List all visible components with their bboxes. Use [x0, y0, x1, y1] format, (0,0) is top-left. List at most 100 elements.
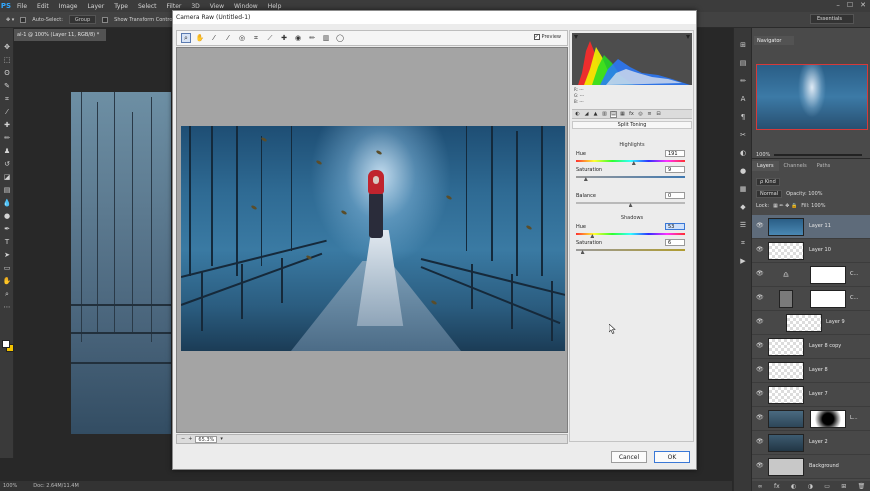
presets-tab-icon[interactable]: ≡ [646, 111, 653, 118]
new-layer-icon[interactable]: ⊞ [841, 483, 846, 490]
preview-toggle[interactable]: ✓ Preview [533, 34, 561, 40]
ok-button[interactable]: OK [654, 451, 690, 463]
menu-edit[interactable]: Edit [32, 3, 54, 10]
channels-panel-icon[interactable]: ☰ [738, 220, 748, 230]
auto-select-type-select[interactable]: Group [68, 15, 97, 24]
white-balance-tool-icon[interactable]: ⁄ [209, 33, 219, 43]
gradient-tool-icon[interactable]: ▤ [2, 185, 12, 195]
detail-tab-icon[interactable]: ▲ [592, 111, 599, 118]
visibility-eye-icon[interactable]: 👁 [756, 415, 764, 421]
hand-tool-icon[interactable]: ✋ [195, 33, 205, 43]
auto-select-checkbox[interactable] [20, 16, 27, 23]
menu-type[interactable]: Type [109, 3, 133, 10]
history-brush-icon[interactable]: ↺ [2, 159, 12, 169]
blend-mode-select[interactable]: Normal [756, 189, 783, 198]
document-canvas[interactable] [71, 92, 171, 434]
visibility-eye-icon[interactable]: 👁 [756, 247, 764, 253]
layer-row[interactable]: 👁 Layer 8 copy [752, 335, 870, 359]
shape-tool-icon[interactable]: ▭ [2, 263, 12, 273]
layer-row[interactable]: 👁 Layer 2 [752, 431, 870, 455]
styles-panel-icon[interactable]: ◆ [738, 202, 748, 212]
navigator-tab[interactable]: Navigator [754, 36, 794, 45]
navigator-zoom-slider[interactable] [774, 154, 862, 156]
hsl-tab-icon[interactable]: ▥ [601, 111, 608, 118]
zoom-tool-icon[interactable]: ⌕ [181, 33, 191, 43]
visibility-eye-icon[interactable]: 👁 [756, 391, 764, 397]
type-tool-icon[interactable]: T [2, 237, 12, 247]
lock-icons[interactable]: ▦ ✏ ✥ 🔒 [773, 203, 797, 209]
graduated-filter-icon[interactable]: ▥ [321, 33, 331, 43]
shadows-saturation-slider[interactable] [576, 249, 685, 251]
brush-tool-icon[interactable]: ✏ [2, 133, 12, 143]
layer-row[interactable]: 👁 Layer 11 [752, 215, 870, 239]
visibility-eye-icon[interactable]: 👁 [756, 271, 764, 277]
basic-tab-icon[interactable]: ◐ [574, 111, 581, 118]
more-tools-icon[interactable]: ⋯ [2, 302, 12, 312]
delete-layer-icon[interactable]: 🗑 [858, 483, 866, 490]
red-eye-tool-icon[interactable]: ◉ [293, 33, 303, 43]
menu-window[interactable]: Window [229, 3, 263, 10]
menu-view[interactable]: View [205, 3, 229, 10]
tone-curve-tab-icon[interactable]: ◢ [583, 111, 590, 118]
properties-panel-icon[interactable]: ▤ [738, 58, 748, 68]
pen-tool-icon[interactable]: ✒ [2, 224, 12, 234]
highlights-hue-field[interactable]: 191 [665, 150, 685, 157]
layer-kind-filter[interactable]: ρ Kind [756, 177, 780, 186]
lasso-tool-icon[interactable]: ʘ [2, 68, 12, 78]
color-panel-icon[interactable]: ● [738, 166, 748, 176]
snapshots-tab-icon[interactable]: ⊟ [655, 111, 662, 118]
layer-row[interactable]: 👁 L... [752, 407, 870, 431]
spot-removal-tool-icon[interactable]: ✚ [279, 33, 289, 43]
close-button[interactable]: ✕ [860, 1, 866, 9]
menu-select[interactable]: Select [133, 3, 162, 10]
layer-style-icon[interactable]: fx [774, 483, 780, 490]
visibility-eye-icon[interactable]: 👁 [756, 295, 764, 301]
layer-row[interactable]: 👁 Background [752, 455, 870, 479]
camera-calibration-tab-icon[interactable]: ◎ [637, 111, 644, 118]
opacity-field[interactable]: Opacity: 100% [786, 191, 822, 197]
hand-tool-icon[interactable]: ✋ [2, 276, 12, 286]
visibility-eye-icon[interactable]: 👁 [756, 367, 764, 373]
color-sampler-tool-icon[interactable]: ⁄ [223, 33, 233, 43]
quick-select-tool-icon[interactable]: ✎ [2, 81, 12, 91]
add-mask-icon[interactable]: ◐ [791, 483, 796, 490]
maximize-button[interactable]: ☐ [847, 1, 853, 9]
balance-field[interactable]: 0 [665, 192, 685, 199]
visibility-eye-icon[interactable]: 👁 [756, 223, 764, 229]
highlights-saturation-field[interactable]: 9 [665, 166, 685, 173]
marquee-tool-icon[interactable]: ⬚ [2, 55, 12, 65]
adjustment-brush-icon[interactable]: ✏ [307, 33, 317, 43]
status-zoom[interactable]: 100% [3, 483, 17, 489]
fill-field[interactable]: Fill: 100% [801, 203, 825, 209]
layer-row[interactable]: 👁 ♎ C... [752, 263, 870, 287]
shadows-hue-field[interactable]: 53 [665, 223, 685, 230]
menu-file[interactable]: File [12, 3, 32, 10]
transform-controls-checkbox[interactable] [102, 16, 109, 23]
menu-help[interactable]: Help [263, 3, 287, 10]
shadows-saturation-field[interactable]: 6 [665, 239, 685, 246]
targeted-adjustment-tool-icon[interactable]: ◎ [237, 33, 247, 43]
zoom-level-field[interactable]: 65.3% [195, 435, 218, 443]
link-layers-icon[interactable]: ∞ [758, 483, 763, 490]
blur-tool-icon[interactable]: 💧 [2, 198, 12, 208]
new-adjustment-icon[interactable]: ◑ [808, 483, 813, 490]
document-tab[interactable]: al-1 @ 100% (Layer 11, RGB/8) * [14, 29, 106, 41]
dodge-tool-icon[interactable]: ● [2, 211, 12, 221]
visibility-eye-icon[interactable]: 👁 [756, 463, 764, 469]
swatches-panel-icon[interactable]: ▦ [738, 184, 748, 194]
straighten-tool-icon[interactable]: ⟋ [265, 33, 275, 43]
zoom-in-button[interactable]: + [188, 436, 192, 442]
image-preview-area[interactable] [176, 47, 568, 433]
menu-filter[interactable]: Filter [162, 3, 187, 10]
navigator-thumbnail[interactable] [756, 64, 868, 130]
healing-tool-icon[interactable]: ✚ [2, 120, 12, 130]
foreground-color-swatch[interactable] [2, 340, 10, 348]
character-panel-icon[interactable]: A [738, 94, 748, 104]
layer-row[interactable]: 👁 Layer 8 [752, 359, 870, 383]
layer-row[interactable]: 👁 C... [752, 287, 870, 311]
workspace-select[interactable]: Essentials [810, 14, 854, 24]
tab-channels[interactable]: Channels [779, 161, 812, 171]
menu-3d[interactable]: 3D [186, 3, 204, 10]
radial-filter-icon[interactable]: ◯ [335, 33, 345, 43]
crop-tool-icon[interactable]: ⌗ [251, 33, 261, 43]
